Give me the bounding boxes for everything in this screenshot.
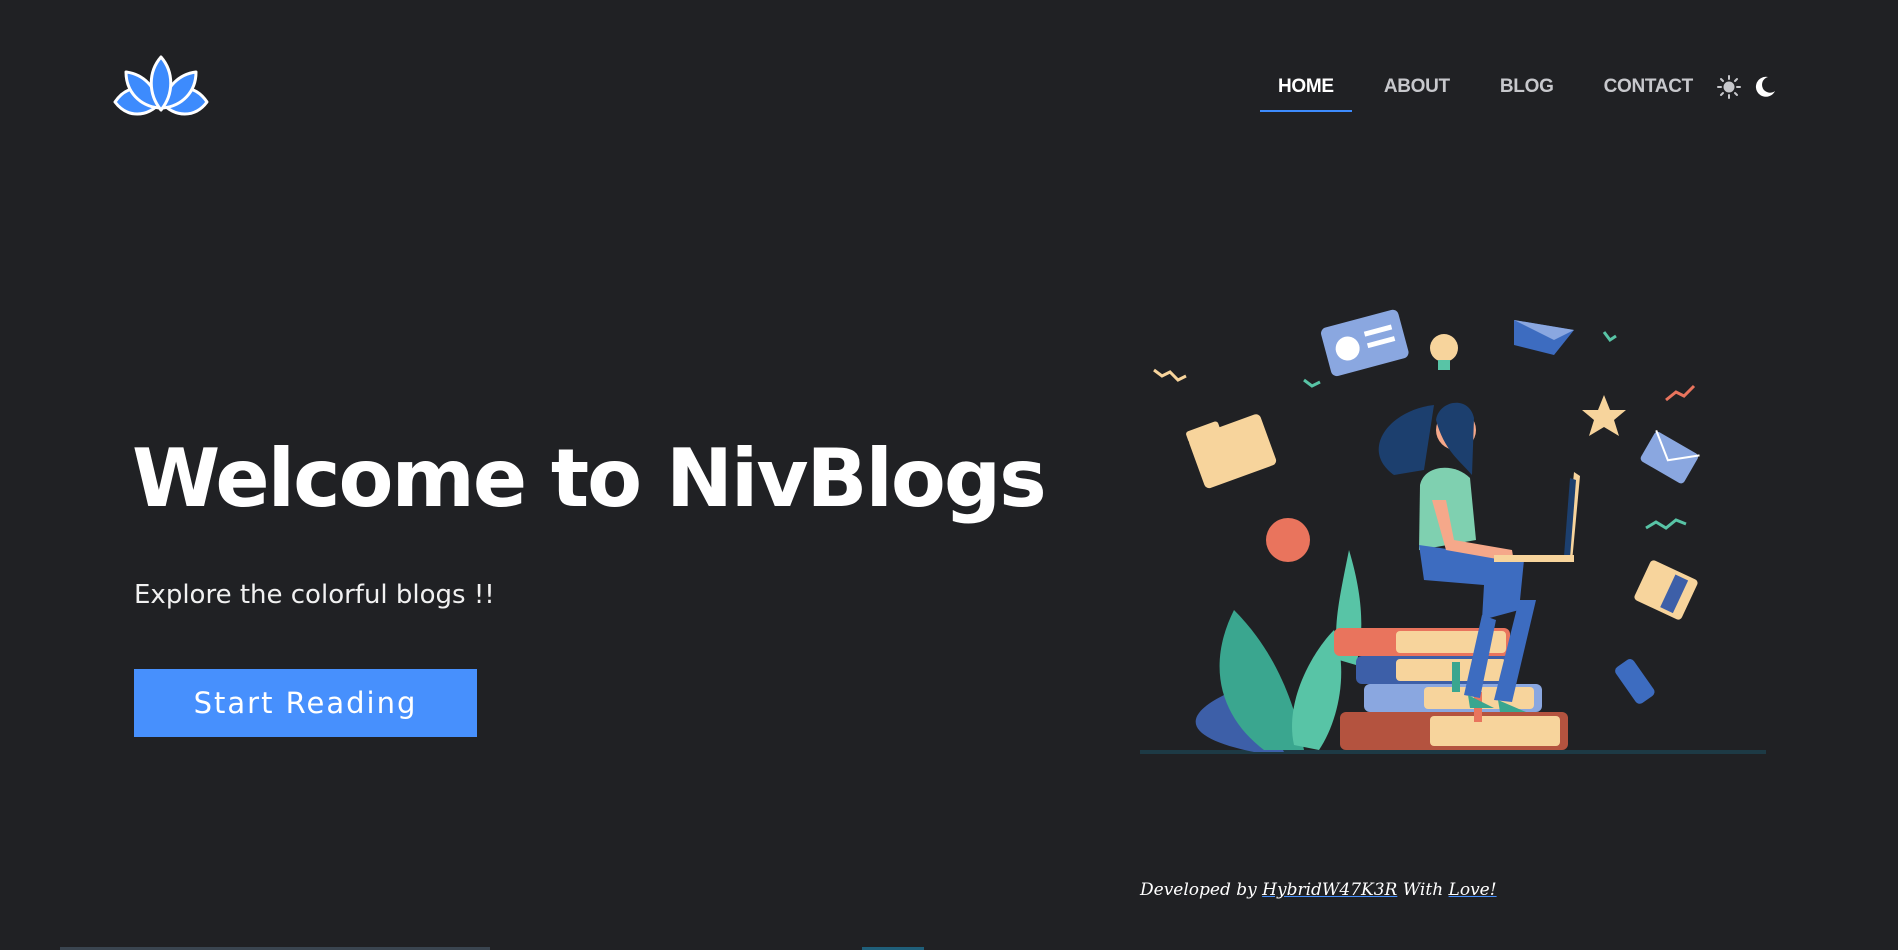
love-link[interactable]: Love! bbox=[1449, 880, 1497, 900]
sun-icon[interactable] bbox=[1716, 74, 1742, 100]
page: HOME ABOUT BLOG CONTACT Welcome to NivBl… bbox=[0, 0, 1898, 950]
woman-reading-illustration bbox=[1140, 309, 1766, 754]
nav-item-about[interactable]: ABOUT bbox=[1366, 72, 1468, 112]
footer-credit: Developed by HybridW47K3R With Love! bbox=[1140, 880, 1497, 900]
nav-item-contact[interactable]: CONTACT bbox=[1586, 72, 1711, 112]
main-nav: HOME ABOUT BLOG CONTACT bbox=[1260, 72, 1725, 116]
nav-item-home[interactable]: HOME bbox=[1260, 72, 1352, 112]
moon-icon[interactable] bbox=[1752, 74, 1778, 100]
start-reading-button[interactable]: Start Reading bbox=[134, 669, 477, 737]
hero-subtitle: Explore the colorful blogs !! bbox=[134, 580, 495, 610]
lotus-logo-icon[interactable] bbox=[112, 54, 210, 120]
nav-item-blog[interactable]: BLOG bbox=[1482, 72, 1572, 112]
hero-title: Welcome to NivBlogs bbox=[132, 432, 1047, 525]
footer-middle: With bbox=[1397, 880, 1449, 900]
author-link[interactable]: HybridW47K3R bbox=[1262, 880, 1397, 900]
footer-prefix: Developed by bbox=[1140, 880, 1263, 900]
